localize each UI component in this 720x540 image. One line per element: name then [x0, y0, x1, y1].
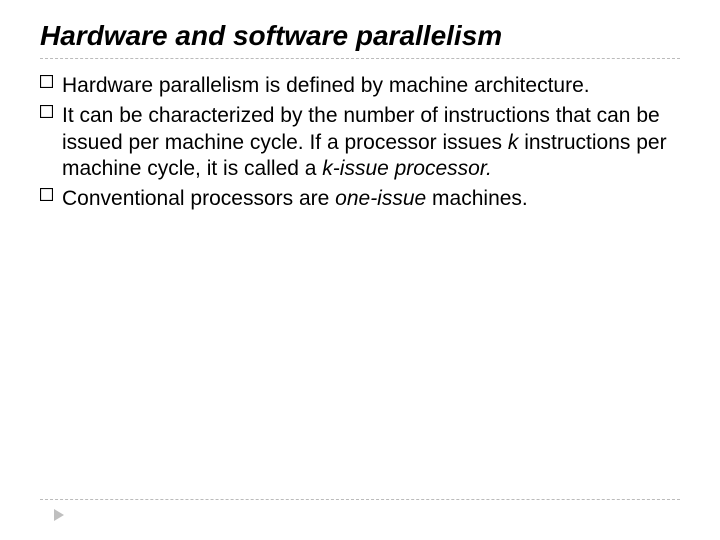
- italic-variable: k: [508, 131, 519, 154]
- italic-term: k-issue processor.: [322, 157, 492, 180]
- bullet-lead: Conventional: [62, 187, 185, 210]
- bullet-lead: It: [62, 104, 74, 127]
- bullet-text: processors are: [185, 187, 336, 210]
- footer-divider: [40, 499, 680, 500]
- square-bullet-icon: [40, 75, 53, 88]
- title-divider: [40, 58, 680, 59]
- square-bullet-icon: [40, 105, 53, 118]
- square-bullet-icon: [40, 188, 53, 201]
- bullet-item: It can be characterized by the number of…: [40, 103, 680, 182]
- bullet-text: machines.: [426, 187, 528, 210]
- slide-title: Hardware and software parallelism: [40, 20, 680, 52]
- slide: Hardware and software parallelism Hardwa…: [0, 0, 720, 540]
- bullet-lead: Hardware: [62, 74, 153, 97]
- bullet-item: Conventional processors are one-issue ma…: [40, 186, 680, 212]
- slide-body: Hardware parallelism is defined by machi…: [40, 73, 680, 212]
- bullet-text: parallelism is defined by machine archit…: [153, 74, 590, 97]
- bullet-item: Hardware parallelism is defined by machi…: [40, 73, 680, 99]
- italic-term: one-issue: [335, 187, 426, 210]
- triangle-right-icon: [52, 508, 66, 522]
